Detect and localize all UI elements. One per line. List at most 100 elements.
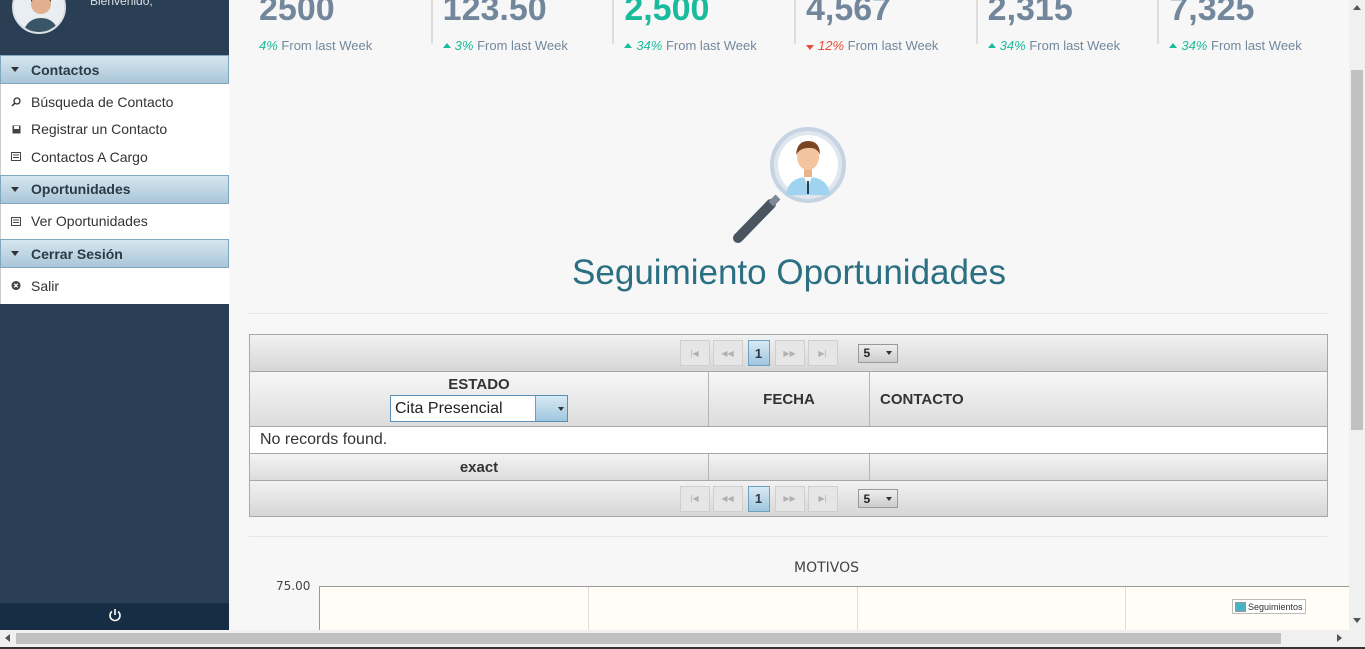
divider bbox=[249, 313, 1327, 314]
stat-tile: 2,315 34% From last Week bbox=[975, 0, 1158, 53]
arrow-up-icon bbox=[624, 43, 633, 48]
grid-line bbox=[588, 587, 589, 631]
scroll-down-icon[interactable] bbox=[1353, 618, 1361, 623]
first-page-button[interactable]: |◀ bbox=[679, 485, 710, 512]
menu-body-oportunidades: Ver Oportunidades bbox=[0, 203, 229, 239]
stat-caption: From last Week bbox=[477, 38, 568, 53]
stat-percent: 34% bbox=[999, 38, 1026, 53]
first-page-button[interactable]: |◀ bbox=[679, 340, 710, 366]
last-page-button[interactable]: ▶| bbox=[807, 340, 838, 366]
footer-fecha bbox=[708, 454, 869, 480]
side-menu: Contactos Búsqueda de Contacto Registrar… bbox=[0, 55, 229, 304]
stat-change: 12% From last Week bbox=[806, 38, 938, 53]
menu-item-contactos-a-cargo[interactable]: Contactos A Cargo bbox=[1, 143, 229, 171]
arrow-up-icon bbox=[1169, 43, 1178, 48]
scrollbar-thumb[interactable] bbox=[1351, 70, 1363, 430]
stat-tile: 7,325 34% From last Week bbox=[1157, 0, 1339, 53]
profile-area: Bienvenido, bbox=[0, 0, 229, 55]
stat-change: 4% From last Week bbox=[259, 38, 372, 53]
menu-header-contactos[interactable]: Contactos bbox=[0, 55, 229, 84]
menu-item-salir[interactable]: Salir bbox=[1, 272, 229, 300]
last-page-button[interactable]: ▶| bbox=[807, 485, 838, 512]
menu-header-oportunidades[interactable]: Oportunidades bbox=[0, 174, 229, 204]
search-icon bbox=[11, 97, 21, 107]
stat-caption: From last Week bbox=[281, 38, 373, 53]
arrow-up-icon bbox=[442, 43, 451, 48]
menu-body-cerrar-sesion: Salir bbox=[0, 268, 229, 304]
stat-value: 7,325 bbox=[1169, 0, 1255, 28]
page-number-button[interactable]: 1 bbox=[747, 340, 770, 366]
dropdown-arrow-icon bbox=[885, 496, 892, 501]
estado-filter-value: Cita Presencial bbox=[395, 399, 503, 417]
stat-percent: 34% bbox=[1181, 38, 1208, 53]
stat-caption: From last Week bbox=[1029, 38, 1121, 53]
stat-tile: 2,500 34% From last Week bbox=[612, 0, 794, 53]
stat-caption: From last Week bbox=[1211, 38, 1302, 53]
table-header: ESTADO Cita Presencial FECHA CONTACTO bbox=[250, 371, 1327, 426]
stat-change: 34% From last Week bbox=[624, 38, 757, 53]
prev-page-button[interactable]: ◀◀ bbox=[712, 340, 743, 366]
grid-line bbox=[1125, 587, 1126, 631]
vertical-scrollbar[interactable] bbox=[1349, 0, 1365, 630]
list-icon bbox=[11, 152, 21, 162]
arrow-down-icon bbox=[806, 45, 814, 50]
chart-title: MOTIVOS bbox=[794, 560, 860, 576]
page-title: Seguimiento Oportunidades bbox=[572, 253, 1006, 292]
estado-filter-select[interactable]: Cita Presencial bbox=[390, 395, 568, 422]
logout-button[interactable] bbox=[0, 603, 229, 630]
column-header-estado[interactable]: ESTADO Cita Presencial bbox=[250, 372, 708, 426]
power-icon bbox=[108, 608, 122, 626]
arrow-up-icon bbox=[987, 43, 996, 48]
next-page-button[interactable]: ▶▶ bbox=[774, 485, 805, 512]
column-header-contacto[interactable]: CONTACTO bbox=[869, 372, 1327, 426]
column-header-fecha[interactable]: FECHA bbox=[708, 372, 869, 426]
scroll-up-icon[interactable] bbox=[1353, 5, 1361, 10]
stat-tile: 4,567 12% From last Week bbox=[794, 0, 976, 53]
stat-percent: 12% bbox=[818, 38, 845, 53]
page-number-button[interactable]: 1 bbox=[747, 485, 770, 512]
close-circle-icon bbox=[11, 281, 21, 291]
stats-tiles: 2500 4% From last Week 123.50 3% From last … bbox=[249, 0, 1339, 60]
menu-item-registrar-contacto[interactable]: Registrar un Contacto bbox=[1, 116, 229, 144]
caret-down-icon bbox=[11, 186, 19, 192]
stat-value: 2,500 bbox=[624, 0, 710, 28]
menu-item-busqueda-contacto[interactable]: Búsqueda de Contacto bbox=[1, 88, 229, 116]
menu-item-label: Registrar un Contacto bbox=[31, 121, 168, 138]
main-content: 2500 4% From last Week 123.50 3% From last … bbox=[229, 0, 1349, 631]
empty-message: No records found. bbox=[250, 426, 1327, 453]
stat-value: 2,315 bbox=[987, 0, 1073, 28]
column-header-label: ESTADO bbox=[448, 376, 510, 393]
stat-caption: From last Week bbox=[665, 38, 757, 53]
avatar bbox=[12, 0, 66, 34]
stat-tile: 2500 4% From last Week bbox=[249, 0, 431, 53]
next-page-button[interactable]: ▶▶ bbox=[774, 340, 805, 366]
dropdown-arrow-icon[interactable] bbox=[535, 396, 567, 421]
menu-header-label: Cerrar Sesión bbox=[31, 245, 123, 262]
stat-percent: 34% bbox=[636, 38, 663, 53]
menu-item-label: Salir bbox=[31, 277, 60, 294]
menu-item-ver-oportunidades[interactable]: Ver Oportunidades bbox=[1, 208, 229, 236]
scroll-left-icon[interactable] bbox=[5, 634, 10, 642]
chart-legend: Seguimientos bbox=[1232, 599, 1306, 614]
horizontal-scrollbar[interactable] bbox=[0, 630, 1349, 647]
prev-page-button[interactable]: ◀◀ bbox=[712, 485, 743, 512]
caret-down-icon bbox=[11, 67, 19, 72]
legend-swatch bbox=[1235, 601, 1246, 612]
menu-item-label: Ver Oportunidades bbox=[31, 213, 148, 230]
menu-body-contactos: Búsqueda de Contacto Registrar un Contac… bbox=[0, 84, 229, 175]
menu-header-cerrar-sesion[interactable]: Cerrar Sesión bbox=[0, 239, 229, 268]
opportunities-table: |◀ ◀◀ 1 ▶▶ ▶| 5 ESTADO Cita Presencial F… bbox=[249, 334, 1328, 517]
divider bbox=[249, 536, 1327, 537]
scroll-right-icon[interactable] bbox=[1337, 634, 1342, 642]
rows-per-page-select[interactable]: 5 bbox=[857, 343, 898, 363]
stat-percent: 4% bbox=[259, 38, 278, 53]
y-tick-label: 75.00 bbox=[276, 579, 311, 593]
table-footer: exact bbox=[250, 453, 1327, 480]
stat-tile: 123.50 3% From last Week bbox=[430, 0, 613, 53]
legend-label: Seguimientos bbox=[1248, 601, 1303, 612]
scrollbar-thumb[interactable] bbox=[16, 633, 1281, 644]
menu-item-label: Búsqueda de Contacto bbox=[31, 93, 174, 110]
rows-per-page-select[interactable]: 5 bbox=[857, 489, 898, 508]
rows-per-page-value: 5 bbox=[863, 491, 871, 506]
stat-caption: From last Week bbox=[847, 38, 939, 53]
